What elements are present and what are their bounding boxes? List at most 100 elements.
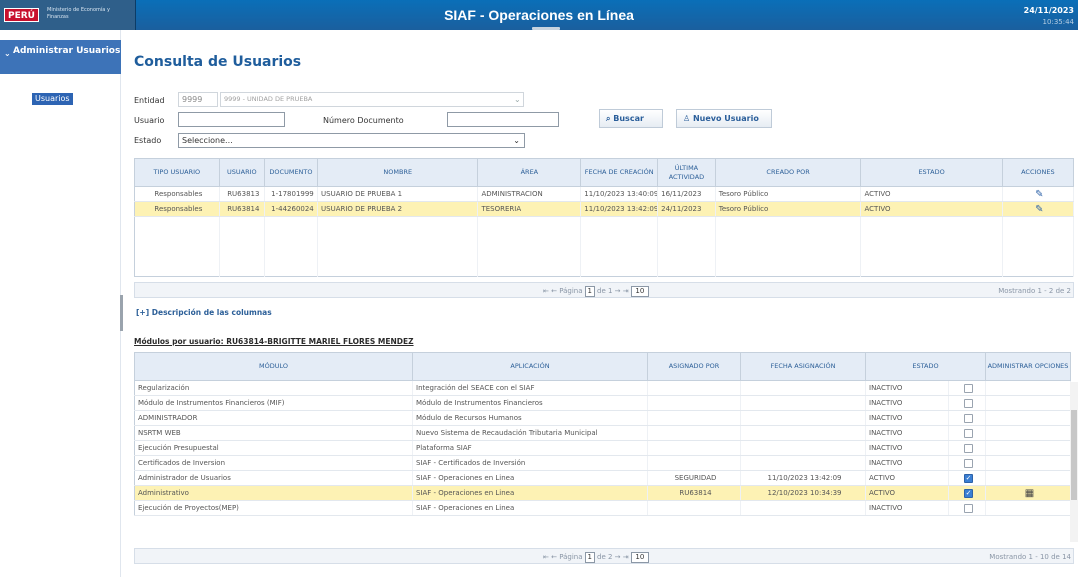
users-col-header[interactable]: ACCIONES <box>1001 158 1075 187</box>
module-checkbox[interactable]: ✓ <box>964 473 973 483</box>
modules-showing: Mostrando 1 - 10 de 14 <box>989 553 1071 561</box>
table-row[interactable]: Responsables RU63814 1-44260024 USUARIO DE … <box>134 201 1075 217</box>
numero-documento-label: Número Documento <box>323 116 404 125</box>
modules-page-input[interactable]: 1 <box>584 552 595 563</box>
users-col-header[interactable]: DOCUMENTO <box>263 158 319 187</box>
table-cell: USUARIO DE PRUEBA 2 <box>317 201 479 217</box>
first-page-icon[interactable]: ⇤ <box>543 287 549 295</box>
users-col-header[interactable]: ÁREA <box>477 158 582 187</box>
edit-pencil-icon[interactable]: ✎ <box>1035 204 1043 215</box>
modules-scrollbar[interactable] <box>1070 382 1078 542</box>
table-row[interactable]: Regularización Integración del SEACE con … <box>134 380 1071 396</box>
table-cell: INACTIVO <box>865 425 949 441</box>
numero-documento-input[interactable] <box>447 112 559 127</box>
empty-cell <box>580 246 659 262</box>
table-cell <box>647 425 741 441</box>
users-col-header[interactable]: FECHA DE CREACIÓN <box>580 158 659 187</box>
prev-page-icon[interactable]: ← <box>551 553 557 561</box>
first-page-icon[interactable]: ⇤ <box>543 553 549 561</box>
nuevo-usuario-button[interactable]: ♙ Nuevo Usuario <box>676 109 772 128</box>
grid-options-icon[interactable]: ▦ <box>1025 488 1034 499</box>
modules-table: MÓDULO APLICACIÓN ASIGNADO POR FECHA ASIGNA… <box>134 352 1071 516</box>
modules-page-size-select[interactable]: 10 <box>630 552 649 563</box>
modules-col-header[interactable]: ASIGNADO POR <box>647 352 741 381</box>
table-row[interactable]: Ejecución de Proyectos(MEP) SIAF - Operac… <box>134 500 1071 516</box>
modules-col-header[interactable]: ESTADO <box>865 352 986 381</box>
table-cell: ACTIVO <box>860 186 1003 202</box>
next-page-icon[interactable]: → <box>615 287 621 295</box>
users-col-header[interactable]: TIPO USUARIO <box>134 158 220 187</box>
table-cell: 11/10/2023 13:42:09 <box>580 201 659 217</box>
users-col-header[interactable]: ÚLTIMA ACTIVIDAD <box>657 158 716 187</box>
table-cell: INACTIVO <box>865 410 949 426</box>
table-cell: 11/10/2023 13:40:09 <box>580 186 659 202</box>
module-checkbox[interactable] <box>964 428 973 438</box>
checkbox-cell <box>948 380 986 396</box>
table-cell <box>647 410 741 426</box>
sidebar-resize-handle[interactable] <box>120 295 123 331</box>
estado-label: Estado <box>134 136 162 145</box>
edit-pencil-icon[interactable]: ✎ <box>1035 189 1043 200</box>
empty-cell <box>657 231 716 247</box>
module-checkbox[interactable] <box>964 458 973 468</box>
table-row[interactable]: Administrador de Usuarios SIAF - Operacio… <box>134 470 1071 486</box>
table-row[interactable]: Ejecución Presupuestal Plataforma SIAF INA… <box>134 440 1071 456</box>
table-cell: ACTIVO <box>860 201 1003 217</box>
next-page-icon[interactable]: → <box>615 553 621 561</box>
modules-col-header[interactable]: FECHA ASIGNACIÓN <box>740 352 866 381</box>
module-checkbox[interactable] <box>964 383 973 393</box>
users-table: TIPO USUARIO USUARIO DOCUMENTO NOMBRE ÁREA FE… <box>134 158 1075 277</box>
table-cell <box>647 500 741 516</box>
table-row[interactable]: Módulo de Instrumentos Financieros (MIF)… <box>134 395 1071 411</box>
modules-col-header[interactable]: MÓDULO <box>134 352 413 381</box>
table-cell: SIAF - Certificados de Inversión <box>412 455 648 471</box>
users-col-header[interactable]: CREADO POR <box>714 158 862 187</box>
table-cell: RU63814 <box>219 201 265 217</box>
sidebar-section-admin-usuarios[interactable]: ⌄ Administrar Usuarios <box>0 40 121 74</box>
usuario-input[interactable] <box>178 112 285 127</box>
empty-cell <box>219 231 265 247</box>
module-checkbox[interactable] <box>964 443 973 453</box>
modules-col-header[interactable]: ADMINISTRAR OPCIONES <box>985 352 1071 381</box>
empty-cell <box>219 261 265 277</box>
buscar-button[interactable]: ⌕ Buscar <box>599 109 663 128</box>
module-checkbox[interactable] <box>964 398 973 408</box>
table-row[interactable]: Administrativo SIAF - Operaciones en Line… <box>134 485 1071 501</box>
users-col-header[interactable]: NOMBRE <box>317 158 479 187</box>
users-page-input[interactable]: 1 <box>584 286 595 297</box>
module-checkbox[interactable]: ✓ <box>964 488 973 498</box>
empty-cell <box>317 261 479 277</box>
options-cell <box>985 455 1071 471</box>
pagina-label: Página <box>559 553 583 561</box>
scrollbar-thumb[interactable] <box>1071 410 1077 500</box>
descripcion-columnas-link[interactable]: [+] Descripción de las columnas <box>136 308 272 317</box>
table-cell: USUARIO DE PRUEBA 1 <box>317 186 479 202</box>
empty-cell <box>317 231 479 247</box>
empty-cell <box>580 216 659 232</box>
table-cell <box>647 455 741 471</box>
sidebar-item-usuarios[interactable]: Usuarios <box>32 93 73 105</box>
checkbox-cell <box>948 425 986 441</box>
users-page-size-select[interactable]: 10 <box>630 286 649 297</box>
modules-col-header[interactable]: APLICACIÓN <box>412 352 648 381</box>
table-row[interactable]: Responsables RU63813 1-17801999 USUARIO DE … <box>134 186 1075 202</box>
table-cell: ACTIVO <box>865 485 949 501</box>
table-row[interactable]: NSRTM WEB Nuevo Sistema de Recaudación Tr… <box>134 425 1071 441</box>
last-page-icon[interactable]: ⇥ <box>623 287 629 295</box>
table-row[interactable]: ADMINISTRADOR Módulo de Recursos Humanos I… <box>134 410 1071 426</box>
table-cell: Responsables <box>134 201 220 217</box>
users-col-header[interactable]: ESTADO <box>860 158 1003 187</box>
last-page-icon[interactable]: ⇥ <box>623 553 629 561</box>
users-col-header[interactable]: USUARIO <box>218 158 265 187</box>
table-cell: Integración del SEACE con el SIAF <box>412 380 648 396</box>
prev-page-icon[interactable]: ← <box>551 287 557 295</box>
table-cell: NSRTM WEB <box>134 425 413 441</box>
module-checkbox[interactable] <box>964 413 973 423</box>
estado-select[interactable]: Seleccione... ⌄ <box>178 133 525 148</box>
empty-cell <box>219 216 265 232</box>
table-cell: ACTIVO <box>865 470 949 486</box>
entidad-name-field: 9999 - UNIDAD DE PRUEBA <box>220 92 524 107</box>
table-row[interactable]: Certificados de Inversion SIAF - Certific… <box>134 455 1071 471</box>
module-checkbox[interactable] <box>964 503 973 513</box>
users-pager-controls: ⇤ ← Página 1 de 1 → ⇥ 10 <box>543 285 649 297</box>
